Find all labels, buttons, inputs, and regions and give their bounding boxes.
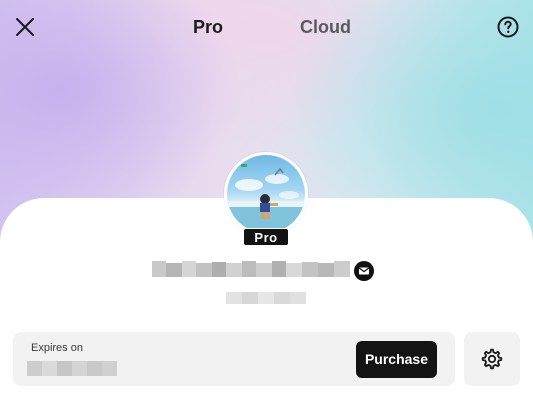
- tab-cloud[interactable]: Cloud: [300, 17, 351, 38]
- tab-pro[interactable]: Pro: [193, 17, 223, 38]
- user-id-redacted: [226, 292, 306, 304]
- help-button[interactable]: [496, 15, 520, 39]
- expiry-date-redacted: [27, 361, 117, 376]
- pro-badge: Pro: [243, 228, 289, 246]
- subscription-card: Expires on Purchase: [13, 332, 455, 386]
- avatar[interactable]: [224, 152, 308, 236]
- mail-icon: [354, 261, 374, 281]
- avatar-image: [227, 155, 305, 233]
- username-redacted: [152, 259, 352, 279]
- expires-label: Expires on: [31, 342, 83, 354]
- close-icon: [16, 18, 34, 36]
- top-bar: Pro Cloud: [0, 0, 533, 56]
- gear-icon: [481, 348, 503, 370]
- close-button[interactable]: [12, 14, 38, 40]
- settings-button[interactable]: [464, 332, 520, 386]
- purchase-button[interactable]: Purchase: [356, 341, 437, 378]
- help-icon: [497, 16, 519, 38]
